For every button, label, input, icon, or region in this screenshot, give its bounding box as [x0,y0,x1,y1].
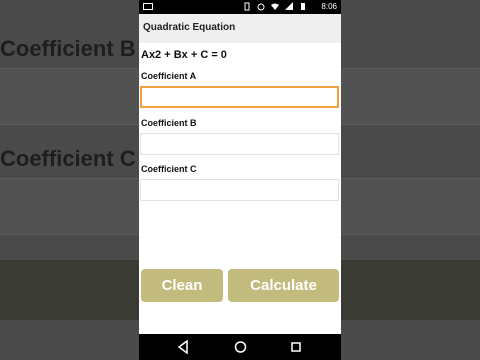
clean-button[interactable]: Clean [141,269,223,302]
coefficient-a-input[interactable] [140,86,339,108]
signal-icon [285,2,293,10]
status-bar: 8:06 [139,0,341,14]
back-icon[interactable] [177,340,189,354]
equation-text: Ax2 + Bx + C = 0 [141,49,227,61]
coefficient-b-input[interactable] [140,133,339,155]
wifi-icon [271,3,279,10]
app-title: Quadratic Equation [143,22,236,33]
status-time: 8:06 [321,2,337,11]
home-icon[interactable] [234,340,247,354]
battery-icon [301,3,305,10]
bg-coefficient-b-label: Coefficient B [0,36,136,61]
coefficient-b-label: Coefficient B [141,118,197,128]
coefficient-c-label: Coefficient C [141,164,197,174]
navigation-bar [139,334,341,360]
status-icons [243,2,307,11]
coefficient-a-label: Coefficient A [141,71,197,81]
vibrate-icon [244,2,250,11]
coefficient-c-input[interactable] [140,179,339,201]
recents-icon[interactable] [290,340,302,354]
calculate-button[interactable]: Calculate [228,269,339,302]
cast-icon [143,3,153,10]
alarm-icon [257,3,265,11]
bg-coefficient-c-label: Coefficient C [0,146,136,171]
app-bar: Quadratic Equation [139,14,341,43]
phone-screen: 8:06 Quadratic Equation Ax2 + Bx + C = 0… [139,0,341,360]
